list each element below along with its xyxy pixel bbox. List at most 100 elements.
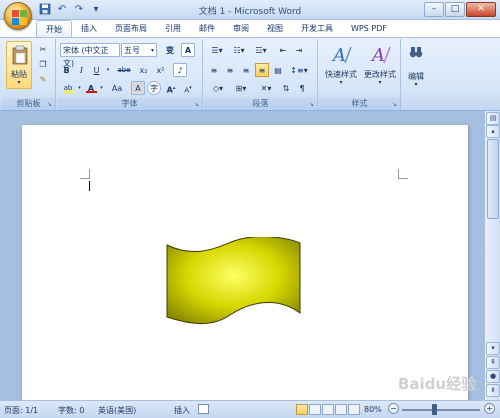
zoom-in-icon[interactable]: + [484, 403, 495, 414]
browse-object-icon[interactable]: ● [486, 370, 500, 383]
scroll-down-icon[interactable]: ▾ [486, 342, 500, 355]
tab-wps-pdf[interactable]: WPS PDF [342, 20, 396, 37]
cut-icon[interactable]: ✂ [36, 42, 50, 56]
change-case-button[interactable]: Aa [107, 81, 127, 95]
zoom-slider[interactable] [402, 409, 480, 411]
ribbon-tabs: 开始 插入 页面布局 引用 邮件 审阅 视图 开发工具 WPS PDF [36, 20, 396, 37]
multilevel-list-icon[interactable]: ☲▾ [251, 43, 271, 57]
highlight-dropdown-icon[interactable]: ▾ [77, 81, 82, 95]
paste-icon [12, 45, 28, 65]
underline-button[interactable]: U [90, 63, 103, 77]
grow-font-button[interactable]: A▴ [164, 81, 178, 95]
maximize-button[interactable]: □ [445, 2, 465, 17]
tab-references[interactable]: 引用 [156, 20, 190, 37]
align-left-icon[interactable]: ≡ [207, 63, 221, 77]
office-logo-part [20, 10, 27, 17]
draft-view-icon[interactable] [348, 404, 360, 415]
minimize-button[interactable]: – [424, 2, 444, 17]
align-center-icon[interactable]: ≡ [223, 63, 237, 77]
change-styles-dropdown-icon: ▾ [378, 79, 382, 86]
shrink-font-button[interactable]: A▾ [181, 81, 195, 95]
next-page-icon[interactable]: ⇟ [486, 384, 500, 397]
sort-icon[interactable]: ⇅ [279, 81, 293, 95]
zoom-out-icon[interactable]: − [388, 403, 399, 414]
paragraph-launcher-icon[interactable]: ↘ [307, 100, 316, 109]
insert-mode-status[interactable]: 插入 [174, 405, 190, 416]
font-name-select[interactable]: 宋体 (中文正文) [60, 43, 120, 68]
print-layout-view-icon[interactable] [296, 404, 308, 415]
bullets-icon[interactable]: ☰▾ [207, 43, 227, 57]
tab-view[interactable]: 视图 [258, 20, 292, 37]
show-marks-icon[interactable]: ¶ [295, 81, 309, 95]
font-color-swatch [86, 91, 97, 93]
page-count[interactable]: 页面: 1/1 [4, 405, 38, 416]
phonetic-guide-icon[interactable]: ♪ [173, 63, 187, 77]
clear-format-button[interactable]: A [181, 43, 195, 57]
decrease-indent-icon[interactable]: ⇤ [276, 43, 290, 57]
font-size-select[interactable]: 五号 ▾ [121, 43, 157, 57]
wave-shape[interactable] [166, 237, 306, 329]
subscript-button[interactable]: x₂ [136, 63, 151, 77]
distributed-icon[interactable]: ▤ [271, 63, 285, 77]
editing-button[interactable]: 编辑 ▾ [403, 41, 429, 91]
tab-mailings[interactable]: 邮件 [190, 20, 224, 37]
copy-icon[interactable]: ❐ [36, 57, 50, 71]
line-spacing-icon[interactable]: ↕≡▾ [288, 63, 310, 77]
enclose-characters-button[interactable]: 字 [147, 81, 161, 95]
borders-icon[interactable]: ⊞▾ [231, 81, 251, 95]
word-count[interactable]: 字数: 0 [58, 405, 84, 416]
change-case-wen-button[interactable]: 变 [163, 43, 177, 57]
previous-page-icon[interactable]: ⇞ [486, 356, 500, 369]
font-launcher-icon[interactable]: ↘ [192, 100, 201, 109]
tab-insert[interactable]: 插入 [72, 20, 106, 37]
tab-review[interactable]: 审阅 [224, 20, 258, 37]
zoom-slider-thumb[interactable] [432, 404, 437, 415]
scroll-thumb[interactable] [487, 139, 499, 219]
font-color-dropdown-icon[interactable]: ▾ [99, 81, 104, 95]
highlight-button[interactable]: ab [60, 81, 76, 95]
align-right-icon[interactable]: ≡ [239, 63, 253, 77]
numbering-icon[interactable]: ☷▾ [229, 43, 249, 57]
increase-indent-icon[interactable]: ⇥ [292, 43, 306, 57]
office-logo-part [12, 18, 19, 25]
tab-page-layout[interactable]: 页面布局 [106, 20, 156, 37]
character-shading-button[interactable]: A [131, 81, 145, 95]
format-painter-icon[interactable]: ✎ [36, 72, 50, 86]
zoom-level[interactable]: 80% [364, 405, 382, 414]
ruler-toggle-icon[interactable]: ▤ [486, 112, 500, 125]
quick-styles-button[interactable]: A 快速样式 ▾ [321, 41, 361, 91]
strikethrough-button[interactable]: abe [115, 63, 133, 77]
svg-text:A: A [331, 45, 346, 65]
vertical-scrollbar[interactable]: ▤ ▴ ▾ ⇞ ● ⇟ [484, 111, 500, 400]
justify-icon[interactable]: ≡ [255, 63, 269, 77]
binoculars-icon [409, 47, 423, 58]
document-page[interactable]: Baidu经验 [22, 125, 476, 400]
office-logo-icon [12, 10, 19, 17]
office-logo-part [20, 18, 27, 25]
chinese-layout-icon[interactable]: ✕▾ [256, 81, 276, 95]
shading-icon[interactable]: ◇▾ [207, 81, 229, 95]
font-group: 宋体 (中文正文) 五号 ▾ 变 A B I U ▾ abe x₂ x² ♪ ab… [57, 39, 203, 110]
web-layout-view-icon[interactable] [322, 404, 334, 415]
clipboard-launcher-icon[interactable]: ↘ [45, 100, 54, 109]
font-color-button[interactable]: A [84, 81, 98, 95]
view-buttons [296, 404, 360, 415]
window-controls: – □ ✕ [424, 2, 496, 17]
close-button[interactable]: ✕ [466, 2, 496, 17]
full-screen-reading-view-icon[interactable] [309, 404, 321, 415]
superscript-button[interactable]: x² [153, 63, 168, 77]
highlight-color-swatch [63, 91, 74, 93]
tab-home[interactable]: 开始 [36, 20, 72, 37]
bold-button[interactable]: B [60, 63, 73, 77]
tab-developer[interactable]: 开发工具 [292, 20, 342, 37]
styles-launcher-icon[interactable]: ↘ [390, 100, 399, 109]
underline-dropdown-icon[interactable]: ▾ [105, 63, 111, 77]
paste-button[interactable]: 粘贴 ▾ [6, 41, 32, 89]
language-status[interactable]: 英语(美国) [98, 405, 136, 416]
office-button[interactable] [4, 2, 32, 30]
scroll-up-icon[interactable]: ▴ [486, 125, 500, 138]
outline-view-icon[interactable] [335, 404, 347, 415]
change-styles-button[interactable]: A 更改样式 ▾ [361, 41, 399, 91]
macro-record-icon[interactable] [198, 404, 209, 414]
italic-button[interactable]: I [75, 63, 88, 77]
